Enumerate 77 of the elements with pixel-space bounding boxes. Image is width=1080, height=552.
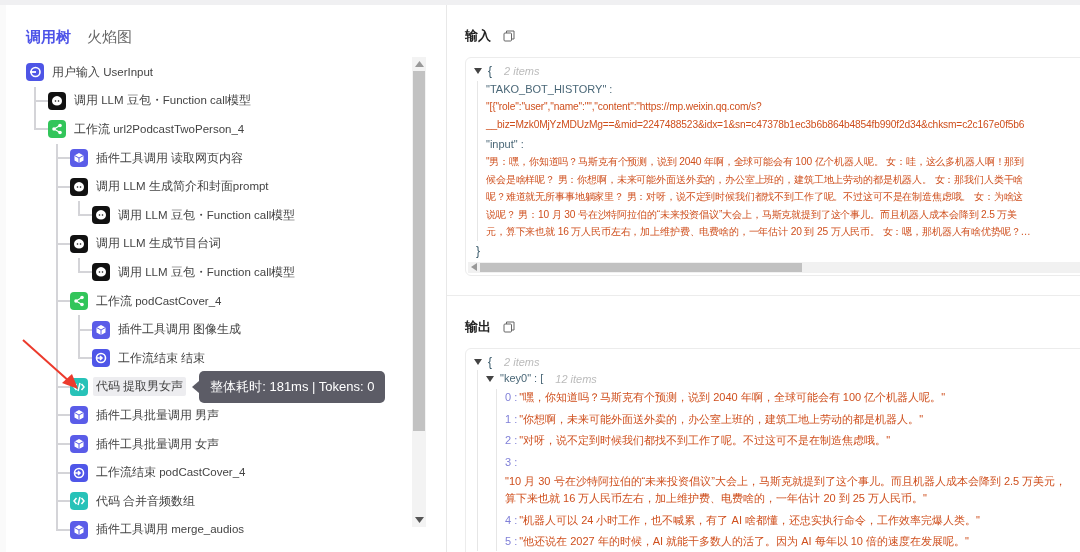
tree-item[interactable]: 工作流结束 podCastCover_4 — [93, 463, 249, 483]
tree-item[interactable]: 插件工具调用 图像生成 — [115, 320, 245, 340]
json-brace: } — [476, 243, 481, 258]
section-title: 输入 — [465, 27, 491, 45]
array-index: 1 : — [505, 411, 518, 427]
json-value: 呢？难道就无所事事地躺家里？ 男：对呀，说不定到时候我们都找不到工作了呢。不过这可不是在制造焦虑哦。 女：为啥这 — [486, 190, 1025, 204]
share-icon — [70, 292, 88, 311]
tree-item[interactable]: 代码 合并音频数组 — [93, 491, 199, 511]
cube-icon — [92, 320, 110, 339]
caret-icon[interactable] — [474, 67, 482, 74]
item-count: 2 items — [504, 64, 540, 77]
scrollbar[interactable] — [412, 57, 426, 527]
tree-item[interactable]: 调用 LLM 豆包・Function call模型 — [115, 205, 299, 225]
tree-item[interactable]: 用户输入 UserInput — [49, 62, 157, 82]
array-index: 2 : — [505, 433, 518, 448]
scrollbar[interactable] — [468, 261, 1080, 273]
scroll-up-icon[interactable] — [414, 61, 424, 67]
tree-item[interactable]: 调用 LLM 生成节目台词 — [93, 234, 224, 254]
json-value: "10 月 30 号在沙特阿拉伯的“未来投资倡议”大会上，马斯克就提到了这个事儿。而且机器人成本会降到 2.5 万美元， — [505, 473, 1068, 489]
section-title: 输出 — [465, 318, 491, 336]
json-key: "key0" : [ — [500, 370, 544, 387]
input-icon — [26, 63, 44, 82]
scroll-down-icon[interactable] — [414, 517, 424, 523]
json-value: 说呢？ 男：10 月 30 号在沙特阿拉伯的“未来投资倡议”大会上，马斯克就提到了这个事儿。而且机器人成本会降到 2.5 万美 — [486, 207, 1019, 222]
array-index: 3 : — [505, 454, 519, 470]
tooltip: 整体耗时: 181ms | Tokens: 0 — [199, 370, 386, 403]
bot-icon — [70, 177, 88, 196]
json-value: 元，算下来也就 16 万人民币左右，加上维护费、电费啥的，一年估计 20 到 25 万人民币。 女：嗯，那机器人有啥优势呢？… — [486, 225, 1032, 239]
bot-icon — [92, 206, 110, 225]
array-index: 0 : — [505, 390, 518, 405]
bot-icon — [48, 91, 66, 110]
item-count: 12 items — [555, 372, 597, 385]
tree-item[interactable]: 调用 LLM 豆包・Function call模型 — [71, 91, 255, 111]
json-value: 算下来也就 16 万人民币左右，加上维护费、电费啥的，一年估计 20 到 25 万人民币。" — [505, 491, 928, 506]
tab[interactable]: 调用树 — [26, 27, 71, 47]
tab[interactable]: 火焰图 — [87, 27, 132, 47]
tree-item[interactable]: 插件工具调用 merge_audios — [93, 520, 248, 539]
tree-item[interactable]: 工作流 url2PodcastTwoPerson_4 — [71, 120, 248, 139]
json-value: "对呀，说不定到时候我们都找不到工作了呢。不过这可不是在制造焦虑哦。" — [519, 433, 891, 448]
cube-icon — [70, 149, 88, 168]
share-icon — [48, 120, 66, 139]
tree-item[interactable]: 插件工具批量调用 男声 — [93, 405, 223, 425]
tree-item[interactable]: 代码 提取男女声 — [93, 377, 187, 397]
json-brace: { — [488, 63, 492, 78]
array-index: 4 : — [505, 512, 518, 528]
tree-item[interactable]: 调用 LLM 豆包・Function call模型 — [115, 262, 299, 282]
caret-icon[interactable] — [486, 375, 494, 382]
exit-icon — [70, 463, 88, 482]
tree-item[interactable]: 工作流 podCastCover_4 — [93, 291, 225, 311]
copy-icon[interactable] — [503, 30, 515, 42]
bot-icon — [70, 234, 88, 253]
tooltip-pointer-icon — [192, 380, 200, 393]
cube-icon — [70, 406, 88, 425]
caret-icon[interactable] — [474, 358, 482, 365]
cube-icon — [70, 520, 88, 539]
json-key: "input" : — [486, 136, 1080, 153]
cube-icon — [70, 435, 88, 453]
tree-item[interactable]: 插件工具批量调用 女声 — [93, 434, 223, 454]
json-value: "他还说在 2027 年的时候，AI 就能干多数人的活了。因为 AI 每年以 10 倍的速度在发展呢。" — [519, 534, 969, 549]
json-value: "男：嘿，你知道吗？马斯克有个预测，说到 2040 年啊，全球可能会有 100 亿个机器人呢。 女：哇，这么多机器人啊！那到 — [486, 155, 1026, 169]
code-icon — [70, 492, 88, 511]
json-value: __biz=Mzk0MjYzMDUzMg==&mid=2247488523&idx=1&sn=c47378b1ec3b6b864b4854fb990f2d34&chksm=c2c167e0f5b6 — [486, 117, 1026, 132]
array-index: 5 : — [505, 534, 518, 549]
json-value: 候会是啥样呢？ 男：你想啊，未来可能外面送外卖的，办公室上班的，建筑工地上劳动的都是机器人。 女：那我们人类干啥 — [486, 172, 1025, 187]
tree-item[interactable]: 插件工具调用 读取网页内容 — [93, 148, 247, 168]
item-count: 2 items — [504, 355, 540, 368]
json-brace: { — [488, 354, 492, 369]
json-value: "嘿，你知道吗？马斯克有个预测，说到 2040 年啊，全球可能会有 100 亿个机器人呢。" — [519, 390, 946, 405]
exit-icon — [92, 349, 110, 368]
tree-item[interactable]: 工作流结束 结束 — [115, 348, 209, 368]
json-value: "你想啊，未来可能外面送外卖的，办公室上班的，建筑工地上劳动的都是机器人。" — [519, 411, 924, 427]
tree-item[interactable]: 调用 LLM 生成简介和封面prompt — [93, 177, 272, 197]
json-value: "机器人可以 24 小时工作，也不喊累，有了 AI 啥都懂，还忠实执行命令，工作效率完爆人类。" — [519, 512, 980, 528]
copy-icon[interactable] — [503, 321, 515, 333]
bot-icon — [92, 263, 110, 282]
json-value: "[{"role":"user","name":"","content":"https://mp.weixin.qq.com/s? — [486, 100, 763, 114]
json-key: "TAKO_BOT_HISTORY" : — [486, 81, 1080, 98]
